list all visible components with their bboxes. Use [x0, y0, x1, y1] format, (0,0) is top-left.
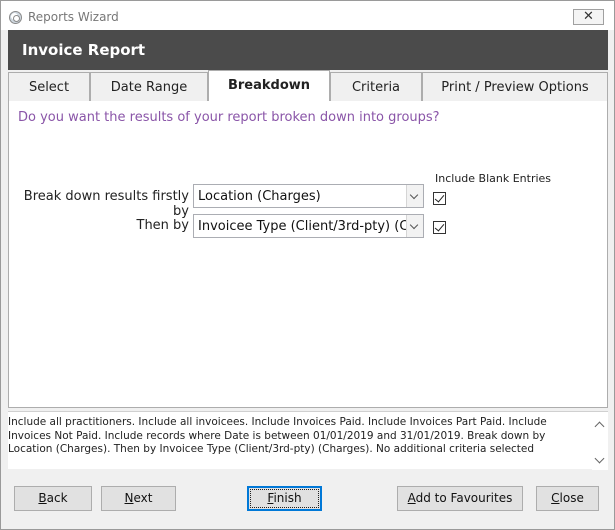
first-include-blank-checkbox[interactable] — [433, 192, 446, 205]
close-label: lose — [559, 491, 584, 505]
tab-select[interactable]: Select — [8, 72, 90, 101]
chevron-down-icon[interactable] — [406, 215, 423, 237]
close-mnemonic: C — [551, 491, 560, 505]
tab-date-range[interactable]: Date Range — [90, 72, 208, 101]
scroll-up-icon[interactable] — [594, 421, 605, 432]
tab-print-preview-options[interactable]: Print / Preview Options — [422, 72, 608, 101]
criteria-summary-text: Include all practitioners. Include all i… — [8, 416, 547, 455]
back-label: ack — [46, 491, 68, 505]
then-by-select[interactable]: Invoicee Type (Client/3rd-pty) (Charges) — [193, 214, 424, 238]
window-title: Reports Wizard — [28, 10, 119, 24]
app-icon — [9, 11, 22, 24]
tab-criteria[interactable]: Criteria — [330, 72, 422, 101]
favourites-label: dd to Favourites — [415, 491, 513, 505]
next-mnemonic: N — [124, 491, 134, 505]
scroll-down-icon[interactable] — [594, 453, 605, 464]
then-include-blank-checkbox[interactable] — [433, 221, 446, 234]
wizard-tabs: Select Date Range Breakdown Criteria Pri… — [8, 70, 608, 103]
back-button[interactable]: Back — [14, 486, 92, 511]
finish-button[interactable]: Finish — [247, 486, 322, 511]
first-breakdown-value: Location (Charges) — [198, 189, 321, 204]
tab-label: Select — [28, 80, 70, 95]
tab-breakdown[interactable]: Breakdown — [208, 70, 330, 103]
tab-label: Breakdown — [227, 78, 311, 93]
reports-wizard-window: Reports Wizard ✕ Invoice Report Select D… — [0, 0, 615, 530]
close-button[interactable]: Close — [536, 486, 599, 511]
next-button[interactable]: Next — [101, 486, 176, 511]
then-by-label: Then by — [136, 218, 190, 233]
tab-label: Print / Preview Options — [441, 80, 589, 95]
breakdown-panel: Do you want the results of your report b… — [8, 101, 608, 408]
next-label: ext — [133, 491, 153, 505]
close-icon: ✕ — [583, 9, 594, 24]
title-bar: Reports Wizard ✕ — [1, 1, 614, 30]
report-header: Invoice Report — [8, 30, 608, 70]
tab-label: Criteria — [351, 80, 401, 95]
first-breakdown-select[interactable]: Location (Charges) — [193, 184, 424, 208]
focus-ring — [250, 489, 319, 508]
include-blank-entries-label: Include Blank Entries — [435, 172, 552, 185]
first-breakdown-label: Break down results firstly by — [23, 189, 189, 219]
report-title: Invoice Report — [22, 41, 146, 59]
close-window-button[interactable]: ✕ — [573, 9, 604, 25]
tab-label: Date Range — [110, 80, 188, 95]
favourites-mnemonic: A — [407, 491, 416, 505]
chevron-down-icon[interactable] — [406, 185, 423, 207]
criteria-summary: Include all practitioners. Include all i… — [8, 411, 608, 470]
then-by-value: Invoicee Type (Client/3rd-pty) (Charges) — [198, 219, 423, 234]
breakdown-question: Do you want the results of your report b… — [18, 110, 440, 125]
summary-scrollbar[interactable] — [592, 412, 608, 470]
add-to-favourites-button[interactable]: Add to Favourites — [397, 486, 523, 511]
back-mnemonic: B — [38, 491, 47, 505]
